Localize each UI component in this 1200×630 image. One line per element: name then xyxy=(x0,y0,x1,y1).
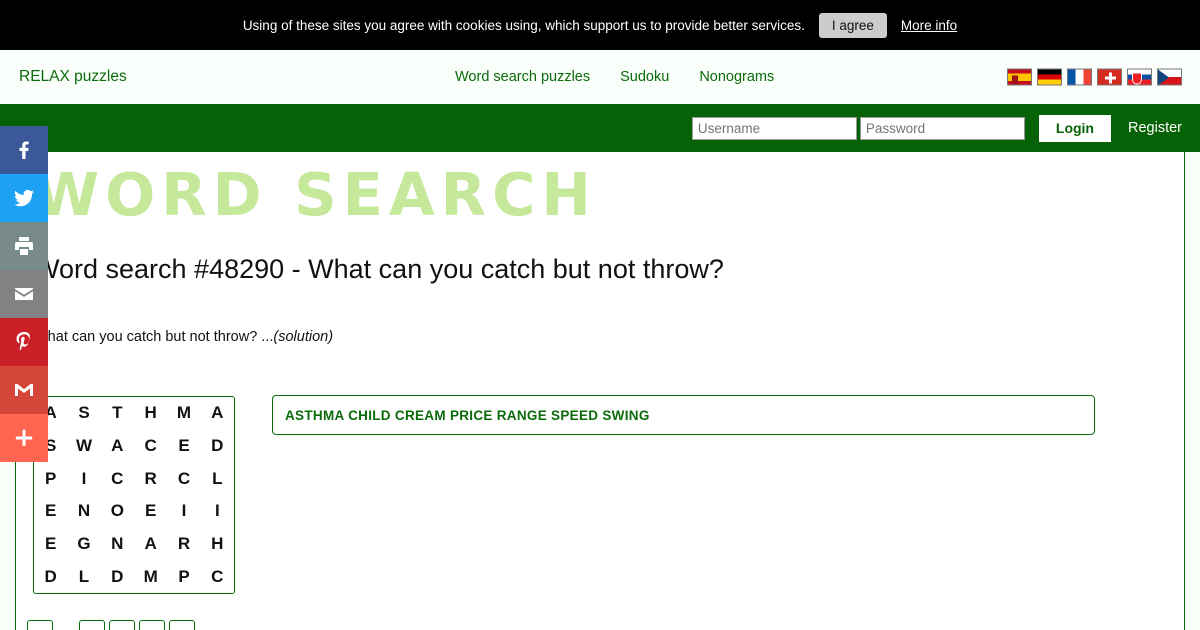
login-button[interactable]: Login xyxy=(1038,114,1111,142)
slovakia-flag-icon[interactable] xyxy=(1127,68,1152,86)
grid-cell-r3-c3[interactable]: C xyxy=(111,469,123,489)
grid-cell-r6-c1[interactable]: D xyxy=(45,567,57,587)
print-icon[interactable] xyxy=(0,222,48,270)
grid-cell-r3-c6[interactable]: L xyxy=(212,469,222,489)
grid-cell-r5-c6[interactable]: H xyxy=(211,534,223,554)
grid-cell-r6-c6[interactable]: C xyxy=(211,567,223,587)
puzzle-subtitle: What can you catch but not throw? ...(so… xyxy=(34,329,333,345)
cookie-more-info-link[interactable]: More info xyxy=(901,18,957,33)
grid-cell-r5-c5[interactable]: R xyxy=(178,534,190,554)
solution-link[interactable]: (solution) xyxy=(273,329,333,345)
grid-cell-r4-c4[interactable]: E xyxy=(145,501,156,521)
plus-glyph: + xyxy=(13,423,35,453)
grid-cell-r4-c2[interactable]: N xyxy=(78,501,90,521)
grid-cell-r5-c4[interactable]: A xyxy=(145,534,157,554)
email-share-icon[interactable] xyxy=(0,270,48,318)
word-search-banner-title: WORD SEARCH xyxy=(34,160,597,229)
word-list-box: ASTHMA CHILD CREAM PRICE RANGE SPEED SWI… xyxy=(272,395,1095,435)
puzzle-subtitle-text: What can you catch but not throw? ... xyxy=(34,329,274,345)
social-share-sidebar: + xyxy=(0,126,48,462)
grid-cell-r1-c5[interactable]: M xyxy=(177,403,191,423)
nav-item-word-search-puzzles[interactable]: Word search puzzles xyxy=(455,69,590,85)
grid-cell-r6-c2[interactable]: L xyxy=(79,567,89,587)
grid-cell-r2-c5[interactable]: E xyxy=(178,436,189,456)
facebook-share-icon[interactable] xyxy=(0,126,48,174)
register-link[interactable]: Register xyxy=(1128,120,1182,136)
page-content-container: WORD SEARCH Word search #48290 - What ca… xyxy=(15,152,1185,630)
mini-button-4[interactable] xyxy=(139,620,165,630)
grid-cell-r4-c6[interactable]: I xyxy=(215,501,220,521)
mini-button-3[interactable] xyxy=(109,620,135,630)
grid-cell-r4-c3[interactable]: O xyxy=(111,501,124,521)
word-search-grid[interactable]: ASTHMASWACEDPICRCLENOEIIEGNARHDLDMPC xyxy=(33,396,235,594)
france-flag-icon[interactable] xyxy=(1067,68,1092,86)
grid-cell-r5-c2[interactable]: G xyxy=(77,534,90,554)
main-navigation: Word search puzzles Sudoku Nonograms xyxy=(455,69,774,85)
cookie-consent-bar: Using of these sites you agree with cook… xyxy=(0,0,1200,50)
grid-cell-r3-c5[interactable]: C xyxy=(178,469,190,489)
pinterest-share-icon[interactable] xyxy=(0,318,48,366)
language-flag-switcher xyxy=(1007,68,1182,86)
grid-cell-r6-c4[interactable]: M xyxy=(144,567,158,587)
czech-republic-flag-icon[interactable] xyxy=(1157,68,1182,86)
grid-cell-r6-c3[interactable]: D xyxy=(111,567,123,587)
grid-cell-r2-c2[interactable]: W xyxy=(76,436,92,456)
grid-cell-r1-c4[interactable]: H xyxy=(145,403,157,423)
puzzle-action-buttons xyxy=(27,620,195,630)
grid-cell-r5-c3[interactable]: N xyxy=(111,534,123,554)
grid-cell-r3-c4[interactable]: R xyxy=(145,469,157,489)
gmail-share-icon[interactable] xyxy=(0,366,48,414)
nav-item-nonograms[interactable]: Nonograms xyxy=(699,69,774,85)
nav-item-sudoku[interactable]: Sudoku xyxy=(620,69,669,85)
mini-button-5[interactable] xyxy=(169,620,195,630)
grid-cell-r2-c4[interactable]: C xyxy=(145,436,157,456)
grid-cell-r4-c5[interactable]: I xyxy=(182,501,187,521)
username-input[interactable] xyxy=(691,116,857,140)
site-logo[interactable]: RELAX puzzles xyxy=(19,68,127,86)
spain-flag-icon[interactable] xyxy=(1007,68,1032,86)
grid-cell-r4-c1[interactable]: E xyxy=(45,501,56,521)
page-title: Word search #48290 - What can you catch … xyxy=(34,254,724,284)
cookie-message: Using of these sites you agree with cook… xyxy=(242,17,805,33)
mini-button-2[interactable] xyxy=(79,620,105,630)
grid-cell-r2-c6[interactable]: D xyxy=(211,436,223,456)
grid-cell-r2-c3[interactable]: A xyxy=(111,436,123,456)
cookie-agree-button[interactable]: I agree xyxy=(818,12,887,38)
more-share-icon[interactable]: + xyxy=(0,414,48,462)
grid-cell-r1-c6[interactable]: A xyxy=(211,403,223,423)
site-header: RELAX puzzles Word search puzzles Sudoku… xyxy=(0,50,1200,104)
grid-cell-r6-c5[interactable]: P xyxy=(178,567,189,587)
germany-flag-icon[interactable] xyxy=(1037,68,1062,86)
mini-button-1[interactable] xyxy=(27,620,53,630)
word-list-text: ASTHMA CHILD CREAM PRICE RANGE SPEED SWI… xyxy=(285,407,650,423)
grid-cell-r1-c2[interactable]: S xyxy=(78,403,89,423)
grid-cell-r5-c1[interactable]: E xyxy=(45,534,56,554)
grid-cell-r3-c1[interactable]: P xyxy=(45,469,56,489)
password-input[interactable] xyxy=(859,116,1025,140)
grid-cell-r3-c2[interactable]: I xyxy=(82,469,87,489)
switzerland-flag-icon[interactable] xyxy=(1097,68,1122,86)
login-bar: Login Register xyxy=(0,104,1200,152)
twitter-share-icon[interactable] xyxy=(0,174,48,222)
grid-cell-r1-c3[interactable]: T xyxy=(112,403,122,423)
